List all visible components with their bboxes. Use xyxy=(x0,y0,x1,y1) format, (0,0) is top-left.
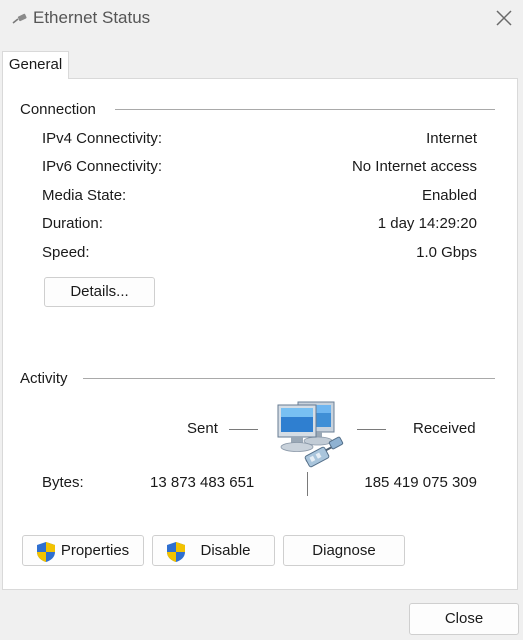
sent-line xyxy=(229,429,258,430)
ipv4-label: IPv4 Connectivity: xyxy=(42,130,163,147)
disable-button[interactable]: Disable xyxy=(152,535,275,566)
tab-general-label: General xyxy=(8,56,63,73)
diagnose-button[interactable]: Diagnose xyxy=(283,535,405,566)
uac-shield-icon xyxy=(167,542,185,562)
ipv4-value: Internet xyxy=(426,130,477,147)
speed-value: 1.0 Gbps xyxy=(416,244,477,261)
details-button-label: Details... xyxy=(70,283,129,300)
bytes-divider xyxy=(307,472,308,496)
title-bar: Ethernet Status xyxy=(0,0,523,36)
properties-button-label: Properties xyxy=(60,542,130,559)
details-button[interactable]: Details... xyxy=(44,277,155,307)
network-computers-icon xyxy=(277,401,344,468)
bytes-received-value: 185 419 075 309 xyxy=(364,474,477,491)
speed-label: Speed: xyxy=(42,244,90,261)
properties-button[interactable]: Properties xyxy=(22,535,144,566)
bytes-label: Bytes: xyxy=(42,474,84,491)
close-icon[interactable] xyxy=(492,6,516,30)
sent-label: Sent xyxy=(187,420,218,437)
window-title: Ethernet Status xyxy=(33,8,151,27)
general-panel xyxy=(2,78,518,590)
tab-general[interactable]: General xyxy=(2,51,69,79)
connection-heading: Connection xyxy=(20,101,96,118)
uac-shield-icon xyxy=(37,542,55,562)
close-button-label: Close xyxy=(444,610,484,627)
network-cable-icon xyxy=(12,13,27,24)
disable-button-label: Disable xyxy=(200,542,251,559)
received-line xyxy=(357,429,386,430)
activity-heading: Activity xyxy=(20,370,68,387)
media-state-value: Enabled xyxy=(421,187,477,204)
close-button[interactable]: Close xyxy=(409,603,519,635)
ipv6-value: No Internet access xyxy=(351,158,477,175)
diagnose-button-label: Diagnose xyxy=(312,542,376,559)
connection-divider xyxy=(115,109,495,110)
media-state-label: Media State: xyxy=(42,187,127,204)
bytes-sent-value: 13 873 483 651 xyxy=(150,474,255,491)
ipv6-label: IPv6 Connectivity: xyxy=(42,158,163,175)
duration-value: 1 day 14:29:20 xyxy=(377,215,477,232)
duration-label: Duration: xyxy=(42,215,103,232)
received-label: Received xyxy=(413,420,476,437)
activity-divider xyxy=(83,378,495,379)
